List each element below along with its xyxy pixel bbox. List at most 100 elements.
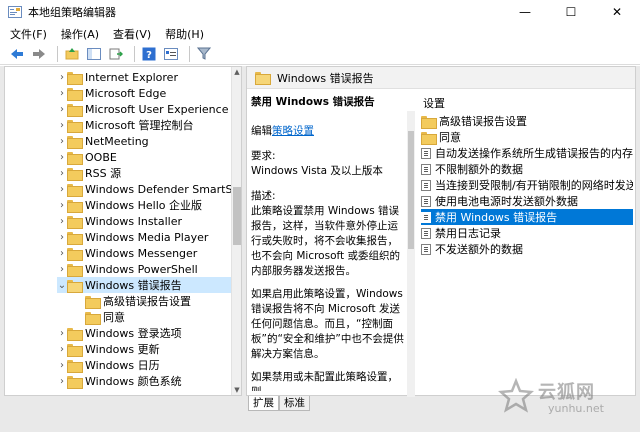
- tree-item[interactable]: 高级错误报告设置: [85, 293, 191, 309]
- scroll-up-arrow-icon[interactable]: ▲: [232, 67, 241, 77]
- description-paragraph-3: 如果禁用或未配置此策略设置，则: [251, 371, 398, 391]
- settings-folder-item[interactable]: 高级错误报告设置: [421, 113, 633, 129]
- chevron-right-icon[interactable]: ›: [57, 376, 67, 387]
- chevron-right-icon[interactable]: ›: [57, 168, 67, 179]
- folder-icon: [421, 115, 437, 129]
- setting-item[interactable]: 自动发送操作系统所生成错误报告的内存转储: [421, 145, 633, 161]
- folder-icon: [67, 375, 83, 389]
- folder-icon: [85, 295, 101, 309]
- tree-item[interactable]: › Windows Hello 企业版: [57, 197, 202, 213]
- chevron-right-icon[interactable]: ›: [57, 152, 67, 163]
- chevron-down-icon[interactable]: ⌄: [57, 280, 67, 291]
- tree-item[interactable]: 同意: [85, 309, 125, 325]
- watermark: 云狐网 yunhu.net: [490, 376, 630, 420]
- scroll-down-arrow-icon[interactable]: ▼: [232, 385, 241, 395]
- setting-item[interactable]: 不限制额外的数据: [421, 161, 633, 177]
- properties-icon[interactable]: [162, 45, 180, 63]
- watermark-url: yunhu.net: [548, 402, 604, 415]
- policy-setting-icon: [421, 147, 431, 159]
- scrollbar-thumb[interactable]: [233, 187, 241, 245]
- menu-help[interactable]: 帮助(H): [165, 26, 204, 42]
- chevron-right-icon[interactable]: ›: [57, 200, 67, 211]
- scrollbar-thumb[interactable]: [408, 131, 414, 249]
- tree-item[interactable]: › Microsoft Edge: [57, 85, 166, 101]
- menu-view[interactable]: 查看(V): [113, 26, 151, 42]
- chevron-right-icon[interactable]: ›: [57, 88, 67, 99]
- setting-item[interactable]: 不发送额外的数据: [421, 241, 633, 257]
- requirement-value: Windows Vista 及以上版本: [251, 165, 383, 177]
- gpedit-app-icon: [8, 6, 22, 18]
- chevron-right-icon[interactable]: ›: [57, 248, 67, 259]
- open-folder-icon: [255, 72, 271, 85]
- tree-item[interactable]: › OOBE: [57, 149, 117, 165]
- description-paragraph-2: 如果启用此策略设置，Windows 错误报告将不向 Microsoft 发送任何…: [251, 288, 404, 360]
- description-scrollbar[interactable]: [407, 111, 415, 397]
- folder-icon: [67, 215, 83, 229]
- tree-item[interactable]: › Windows PowerShell: [57, 261, 198, 277]
- toolbar: ?: [0, 43, 640, 65]
- svg-text:?: ?: [146, 50, 152, 61]
- chevron-right-icon[interactable]: ›: [57, 120, 67, 131]
- folder-icon: [67, 183, 83, 197]
- tree-item[interactable]: › Microsoft 管理控制台: [57, 117, 194, 133]
- open-folder-icon: [67, 279, 83, 293]
- settings-folder-item[interactable]: 同意: [421, 129, 633, 145]
- forward-arrow-icon[interactable]: [30, 45, 48, 63]
- tree-item[interactable]: › Windows 更新: [57, 341, 160, 357]
- tree-item[interactable]: › Windows Media Player: [57, 229, 208, 245]
- chevron-right-icon[interactable]: ›: [57, 72, 67, 83]
- edit-policy-link[interactable]: 策略设置: [272, 125, 314, 137]
- close-button[interactable]: ✕: [594, 0, 640, 24]
- setting-item-selected[interactable]: 禁用 Windows 错误报告: [421, 209, 633, 225]
- chevron-right-icon[interactable]: ›: [57, 264, 67, 275]
- chevron-right-icon[interactable]: ›: [57, 232, 67, 243]
- tree-item[interactable]: › Windows 日历: [57, 357, 160, 373]
- back-arrow-icon[interactable]: [8, 45, 26, 63]
- settings-list: 设置 高级错误报告设置 同意 自动发送操作系统所生成错误报告的内存转储 不限制额…: [417, 89, 635, 395]
- show-hide-tree-icon[interactable]: [85, 45, 103, 63]
- tree-item[interactable]: › Windows Installer: [57, 213, 182, 229]
- folder-icon: [67, 343, 83, 357]
- tree-item[interactable]: › Microsoft User Experience Vir: [57, 101, 241, 117]
- folder-icon: [67, 151, 83, 165]
- folder-icon: [67, 87, 83, 101]
- chevron-right-icon[interactable]: ›: [57, 360, 67, 371]
- tree-item-selected[interactable]: ⌄ Windows 错误报告: [57, 277, 233, 293]
- tree-item[interactable]: › Windows Defender SmartScre: [57, 181, 241, 197]
- chevron-right-icon[interactable]: ›: [57, 184, 67, 195]
- toolbar-separator: [134, 45, 135, 62]
- tree-item[interactable]: › Windows 颜色系统: [57, 373, 182, 389]
- setting-item[interactable]: 禁用日志记录: [421, 225, 633, 241]
- edit-policy-line: 编辑策略设置: [251, 124, 407, 139]
- tree-item[interactable]: › Windows Messenger: [57, 245, 197, 261]
- window-controls: — ☐ ✕: [502, 0, 640, 24]
- tree-item[interactable]: › NetMeeting: [57, 133, 149, 149]
- setting-item[interactable]: 当连接到受限制/有开销限制的网络时发送数据: [421, 177, 633, 193]
- tab-extended[interactable]: 扩展: [248, 396, 279, 411]
- maximize-button[interactable]: ☐: [548, 0, 594, 24]
- tree-item[interactable]: › RSS 源: [57, 165, 121, 181]
- chevron-right-icon[interactable]: ›: [57, 216, 67, 227]
- up-folder-icon[interactable]: [63, 45, 81, 63]
- settings-column-header[interactable]: 设置: [423, 95, 445, 111]
- chevron-right-icon[interactable]: ›: [57, 328, 67, 339]
- chevron-right-icon[interactable]: ›: [57, 104, 67, 115]
- policy-description: 禁用 Windows 错误报告 编辑策略设置 要求: Windows Vista…: [251, 95, 407, 391]
- navigation-tree: › Internet Explorer › Microsoft Edge › Micr…: [4, 66, 242, 396]
- export-list-icon[interactable]: [107, 45, 125, 63]
- help-icon[interactable]: ?: [140, 45, 158, 63]
- setting-item[interactable]: 使用电池电源时发送额外数据: [421, 193, 633, 209]
- menu-file[interactable]: 文件(F): [10, 26, 47, 42]
- chevron-right-icon[interactable]: ›: [57, 344, 67, 355]
- filter-icon[interactable]: [195, 45, 213, 63]
- tree-item[interactable]: › Internet Explorer: [57, 69, 178, 85]
- minimize-button[interactable]: —: [502, 0, 548, 24]
- details-header: Windows 错误报告: [247, 67, 635, 89]
- details-header-title: Windows 错误报告: [277, 71, 374, 85]
- chevron-right-icon[interactable]: ›: [57, 136, 67, 147]
- tab-standard[interactable]: 标准: [279, 396, 310, 411]
- menu-action[interactable]: 操作(A): [61, 26, 99, 42]
- menu-bar: 文件(F) 操作(A) 查看(V) 帮助(H): [0, 24, 640, 43]
- tree-item[interactable]: › Windows 登录选项: [57, 325, 182, 341]
- tree-vertical-scrollbar[interactable]: ▲ ▼: [231, 67, 241, 395]
